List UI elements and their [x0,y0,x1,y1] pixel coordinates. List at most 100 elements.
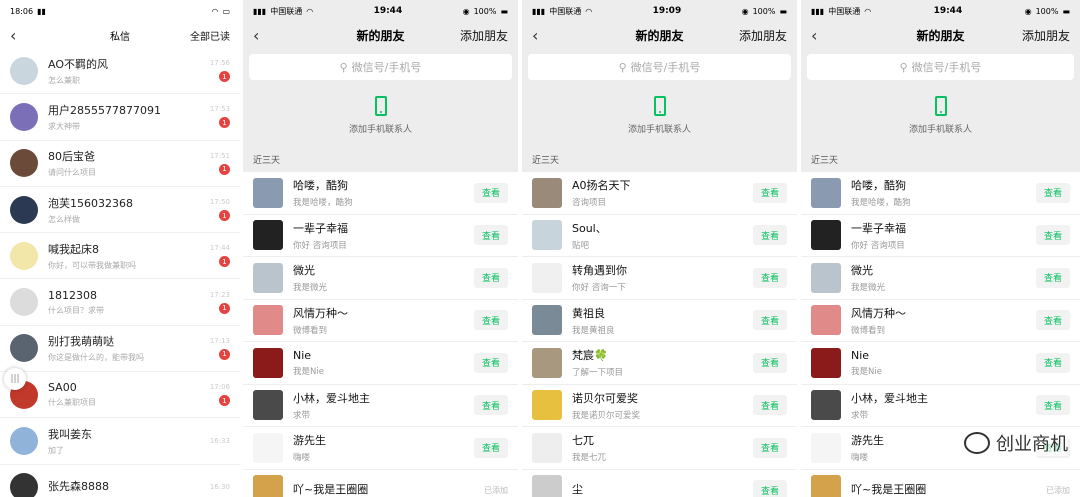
view-button[interactable]: 查看 [474,225,508,246]
avatar[interactable] [532,177,562,208]
friend-request-row[interactable]: 一辈子幸福 你好 咨询项目 查看 [801,214,1080,257]
search-input[interactable]: ⚲ 微信号/手机号 [528,54,791,80]
friend-request-row[interactable]: 风情万种～ 微博看到 查看 [243,299,518,342]
search-input[interactable]: ⚲ 微信号/手机号 [807,54,1074,80]
friend-request-row[interactable]: 诺贝尔可爱奖 我是诺贝尔可爱奖 查看 [522,384,797,427]
avatar[interactable] [253,305,283,336]
friend-request-row[interactable]: 一辈子幸福 你好 咨询项目 查看 [243,214,518,257]
voice-icon[interactable]: ||| [4,368,26,390]
view-button[interactable]: 查看 [753,352,787,373]
avatar[interactable] [253,390,283,421]
friend-request-row[interactable]: 微光 我是微光 查看 [243,257,518,300]
message-row[interactable]: SA00 什么兼职项目 17:06 1 [0,372,240,419]
view-button[interactable]: 查看 [474,310,508,331]
view-button[interactable]: 查看 [1036,182,1070,203]
avatar[interactable] [811,432,841,463]
back-button[interactable]: ‹ [532,26,538,45]
message-row[interactable]: 1812308 什么项目？求带 17:23 1 [0,279,240,326]
search-input[interactable]: ⚲ 微信号/手机号 [249,54,512,80]
view-button[interactable]: 查看 [474,267,508,288]
avatar[interactable] [253,220,283,251]
back-button[interactable]: ‹ [10,26,16,45]
view-button[interactable]: 查看 [753,395,787,416]
view-button[interactable]: 查看 [753,182,787,203]
add-phone-contacts[interactable]: 添加手机联系人 [801,80,1080,150]
message-row[interactable]: 80后宝爸 请问什么项目 17:51 1 [0,141,240,187]
avatar[interactable] [532,347,562,378]
message-row[interactable]: AO不羁的风 怎么兼职 17:56 1 [0,48,240,95]
avatar[interactable] [532,475,562,497]
message-row[interactable]: 泡芙156032368 怎么样做 17:50 1 [0,187,240,234]
avatar[interactable] [811,220,841,251]
avatar[interactable] [10,427,38,456]
view-button[interactable]: 查看 [753,225,787,246]
message-row[interactable]: 别打我萌萌哒 你这是做什么的，能带我吗 17:13 1 [0,326,240,373]
friend-request-row[interactable]: 小林，爱斗地主 求带 查看 [801,384,1080,427]
avatar[interactable] [253,262,283,293]
friend-request-row[interactable]: 哈喽，酷狗 我是哈喽，酷狗 查看 [243,172,518,215]
view-button[interactable]: 查看 [474,352,508,373]
avatar[interactable] [532,305,562,336]
view-button[interactable]: 查看 [1036,225,1070,246]
avatar[interactable] [253,177,283,208]
view-button[interactable]: 查看 [1036,267,1070,288]
back-button[interactable]: ‹ [253,26,259,45]
friend-request-row[interactable]: A0扬名天下 咨询项目 查看 [522,172,797,215]
friend-request-row[interactable]: 风情万种～ 微博看到 查看 [801,299,1080,342]
friend-request-row[interactable]: 哈喽，酷狗 我是哈喽，酷狗 查看 [801,172,1080,215]
add-friend-button[interactable]: 添加朋友 [739,27,787,44]
avatar[interactable] [811,390,841,421]
view-button[interactable]: 查看 [753,267,787,288]
view-button[interactable]: 查看 [474,182,508,203]
message-row[interactable]: 张先森8888 16:30 [0,465,240,497]
friend-request-row[interactable]: 转角遇到你 你好 咨询一下 查看 [522,257,797,300]
avatar[interactable] [532,262,562,293]
view-button[interactable]: 查看 [753,437,787,458]
view-button[interactable]: 查看 [1036,310,1070,331]
friend-request-row[interactable]: 七兀 我是七兀 查看 [522,427,797,470]
view-button[interactable]: 查看 [474,395,508,416]
add-friend-button[interactable]: 添加朋友 [1022,27,1070,44]
avatar[interactable] [10,102,38,131]
view-button[interactable]: 查看 [1036,352,1070,373]
friend-request-row[interactable]: 游先生 嗨喽 查看 [243,427,518,470]
friend-request-row[interactable]: 吖~我是王圈圈 已添加 [801,469,1080,497]
avatar[interactable] [253,475,283,497]
avatar[interactable] [253,432,283,463]
friend-request-row[interactable]: 小林，爱斗地主 求带 查看 [243,384,518,427]
avatar[interactable] [811,177,841,208]
friend-request-row[interactable]: Soul、 贴吧 查看 [522,214,797,257]
back-button[interactable]: ‹ [811,26,817,45]
view-button[interactable]: 查看 [753,480,787,497]
avatar[interactable] [811,475,841,497]
friend-request-row[interactable]: 尘 查看 [522,469,797,497]
avatar[interactable] [10,288,38,317]
friend-request-row[interactable]: Nie 我是Nie 查看 [801,342,1080,385]
avatar[interactable] [811,347,841,378]
avatar[interactable] [811,262,841,293]
view-button[interactable]: 查看 [753,310,787,331]
friend-request-row[interactable]: 梵宸🍀 了解一下项目 查看 [522,342,797,385]
avatar[interactable] [10,149,38,178]
message-row[interactable]: 我叫姜东 加了 16:33 [0,418,240,465]
avatar[interactable] [532,220,562,251]
avatar[interactable] [253,347,283,378]
avatar[interactable] [10,473,38,497]
avatar[interactable] [10,56,38,85]
avatar[interactable] [10,195,38,224]
friend-request-row[interactable]: 微光 我是微光 查看 [801,257,1080,300]
friend-request-row[interactable]: Nie 我是Nie 查看 [243,342,518,385]
avatar[interactable] [10,241,38,270]
mark-all-read-button[interactable]: 全部已读 [190,28,230,43]
avatar[interactable] [10,334,38,363]
friend-request-row[interactable]: 吖~我是王圈圈 已添加 [243,469,518,497]
avatar[interactable] [811,305,841,336]
message-row[interactable]: 用户2855577877091 求大神带 17:53 1 [0,94,240,141]
friend-request-row[interactable]: 黄祖良 我是黄祖良 查看 [522,299,797,342]
add-phone-contacts[interactable]: 添加手机联系人 [522,80,797,150]
add-friend-button[interactable]: 添加朋友 [460,27,508,44]
avatar[interactable] [532,390,562,421]
view-button[interactable]: 查看 [1036,395,1070,416]
add-phone-contacts[interactable]: 添加手机联系人 [243,80,518,150]
avatar[interactable] [532,432,562,463]
